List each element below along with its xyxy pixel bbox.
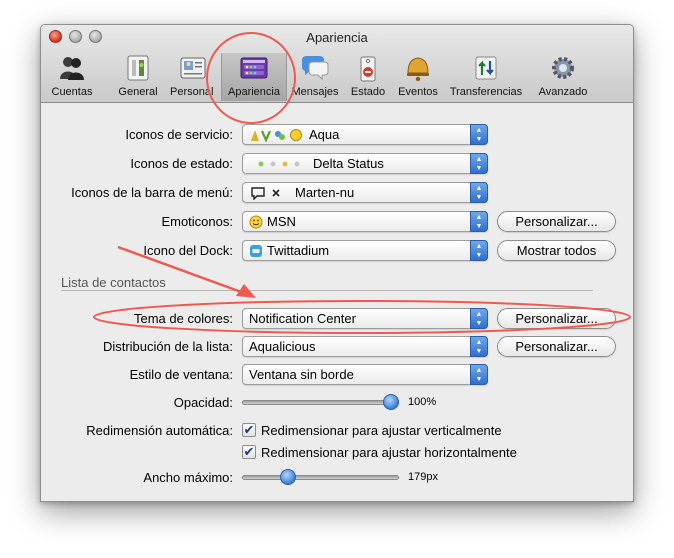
preferences-window: Apariencia Cuentas General Personal Apar… — [40, 24, 634, 502]
max-width-slider-knob[interactable] — [280, 469, 297, 485]
opacity-row: Opacidad: 100% — [41, 392, 633, 414]
window-style-row: Estilo de ventana: Ventana sin borde ▲ ▼ — [41, 364, 633, 386]
max-width-value: 179px — [408, 471, 438, 483]
color-theme-popup[interactable]: Notification Center ▲ ▼ — [242, 308, 488, 329]
tab-label: Eventos — [398, 86, 438, 98]
list-layout-row: Distribución de la lista: Aqualicious ▲ ▼… — [41, 336, 633, 358]
opacity-slider-knob[interactable] — [383, 394, 399, 410]
menubar-icons-value: Marten-nu — [295, 185, 355, 200]
emoticons-label: Emoticonos: — [161, 214, 233, 229]
events-icon — [407, 57, 429, 82]
tab-label: Transferencias — [449, 86, 523, 98]
list-layout-popup[interactable]: Aqualicious ▲ ▼ — [242, 336, 488, 357]
autoresize-vertical-checkbox[interactable]: ✔ — [242, 423, 256, 437]
status-icon — [360, 56, 376, 82]
twittadium-icon — [250, 244, 262, 257]
dock-icon-popup[interactable]: Twittadium ▲ ▼ — [242, 240, 488, 261]
popup-arrows-icon: ▲ ▼ — [470, 153, 488, 174]
popup-arrows-icon: ▲ ▼ — [470, 240, 488, 261]
window-title: Apariencia — [306, 30, 368, 45]
dock-icon-row: Icono del Dock: Twittadium ▲ ▼ Mostrar to… — [41, 240, 633, 262]
contact-list-section-label: Lista de contactos — [61, 275, 166, 290]
tab-apariencia[interactable]: Apariencia — [221, 53, 287, 101]
service-icons-row: Iconos de servicio: Aqua ▲ ▼ — [41, 124, 633, 146]
tab-general[interactable]: General — [111, 53, 165, 101]
service-icons-value: Aqua — [309, 127, 340, 142]
transfers-icon — [475, 56, 497, 80]
window-style-label: Estilo de ventana: — [129, 367, 233, 382]
autoresize-horizontal-label: Redimensionar para ajustar horizontalmen… — [261, 445, 517, 460]
show-all-button[interactable]: Mostrar todos — [497, 240, 616, 261]
tab-estado[interactable]: Estado — [345, 53, 391, 101]
general-icon — [127, 55, 149, 81]
service-icons-label: Iconos de servicio: — [125, 127, 233, 142]
customize-list-layout-button[interactable]: Personalizar... — [497, 336, 616, 357]
menubar-icons-popup[interactable]: Marten-nu ▲ ▼ — [242, 182, 488, 203]
color-theme-value: Notification Center — [249, 311, 356, 326]
advanced-icon — [552, 57, 574, 79]
autoresize-vertical-label: Redimensionar para ajustar verticalmente — [261, 423, 502, 438]
status-icons-value: Delta Status — [313, 156, 384, 171]
popup-arrows-icon: ▲ ▼ — [470, 336, 488, 357]
tab-label: Personal — [170, 86, 214, 98]
status-dots-icon — [258, 161, 300, 166]
tab-label: General — [118, 86, 158, 98]
popup-arrows-icon: ▲ ▼ — [470, 182, 488, 203]
list-layout-label: Distribución de la lista: — [102, 339, 233, 354]
service-icons-popup[interactable]: Aqua ▲ ▼ — [242, 124, 488, 145]
status-icons-label: Iconos de estado: — [130, 156, 233, 171]
window-style-value: Ventana sin borde — [249, 367, 354, 382]
toolbar: Apariencia Cuentas General Personal Apar… — [41, 25, 633, 103]
smiley-icon — [249, 215, 263, 228]
max-width-label: Ancho máximo: — [143, 470, 233, 485]
tab-transferencias[interactable]: Transferencias — [445, 53, 527, 101]
tab-avanzado[interactable]: Avanzado — [531, 53, 595, 101]
popup-arrows-icon: ▲ ▼ — [470, 364, 488, 385]
list-layout-value: Aqualicious — [249, 339, 316, 354]
opacity-label: Opacidad: — [173, 395, 233, 410]
status-icons-popup[interactable]: Delta Status ▲ ▼ — [242, 153, 488, 174]
tab-label: Cuentas — [51, 86, 93, 98]
dock-icon-label: Icono del Dock: — [143, 243, 233, 258]
customize-color-theme-button[interactable]: Personalizar... — [497, 308, 616, 329]
tab-mensajes[interactable]: Mensajes — [289, 53, 341, 101]
color-theme-row: Tema de colores: Notification Center ▲ ▼ … — [41, 308, 633, 330]
emoticons-row: Emoticonos: MSN ▲ ▼ Personalizar... — [41, 211, 633, 233]
menubar-icons-row: Iconos de la barra de menú: Marten-nu ▲ ▼ — [41, 182, 633, 204]
max-width-row: Ancho máximo: 179px — [41, 467, 633, 489]
messages-icon — [302, 56, 329, 81]
menubar-preview-icon — [251, 186, 280, 200]
popup-arrows-icon: ▲ ▼ — [470, 124, 488, 145]
tab-label: Avanzado — [538, 86, 588, 98]
opacity-slider-track[interactable] — [242, 400, 399, 405]
tab-label: Estado — [350, 86, 386, 98]
popup-arrows-icon: ▲ ▼ — [470, 211, 488, 232]
tab-cuentas[interactable]: Cuentas — [45, 53, 99, 101]
customize-emoticons-button[interactable]: Personalizar... — [497, 211, 616, 232]
tab-label: Mensajes — [291, 86, 339, 98]
appearance-icon — [240, 57, 268, 79]
window-style-popup[interactable]: Ventana sin borde ▲ ▼ — [242, 364, 488, 385]
max-width-slider-track[interactable] — [242, 475, 399, 480]
autoresize-horizontal-row: ✔ Redimensionar para ajustar horizontalm… — [41, 442, 633, 464]
popup-arrows-icon: ▲ ▼ — [470, 308, 488, 329]
status-icons-row: Iconos de estado: Delta Status ▲ ▼ — [41, 153, 633, 175]
opacity-value: 100% — [408, 396, 437, 408]
tab-personal[interactable]: Personal — [167, 53, 219, 101]
autoresize-vertical-row: Redimensión automática: ✔ Redimensionar … — [41, 420, 633, 442]
autoresize-label: Redimensión automática: — [86, 423, 233, 438]
dock-icon-value: Twittadium — [267, 243, 330, 258]
personal-icon — [180, 57, 206, 79]
tab-label: Apariencia — [228, 86, 280, 98]
section-divider — [61, 290, 593, 291]
appearance-pane: Iconos de servicio: Aqua ▲ ▼ Iconos de es… — [41, 103, 633, 501]
tab-eventos[interactable]: Eventos — [393, 53, 443, 101]
autoresize-horizontal-checkbox[interactable]: ✔ — [242, 445, 256, 459]
emoticons-value: MSN — [267, 214, 296, 229]
menubar-icons-label: Iconos de la barra de menú: — [71, 185, 233, 200]
service-icons-preview-icon — [251, 128, 302, 142]
color-theme-label: Tema de colores: — [134, 311, 233, 326]
accounts-icon — [60, 57, 84, 80]
emoticons-popup[interactable]: MSN ▲ ▼ — [242, 211, 488, 232]
